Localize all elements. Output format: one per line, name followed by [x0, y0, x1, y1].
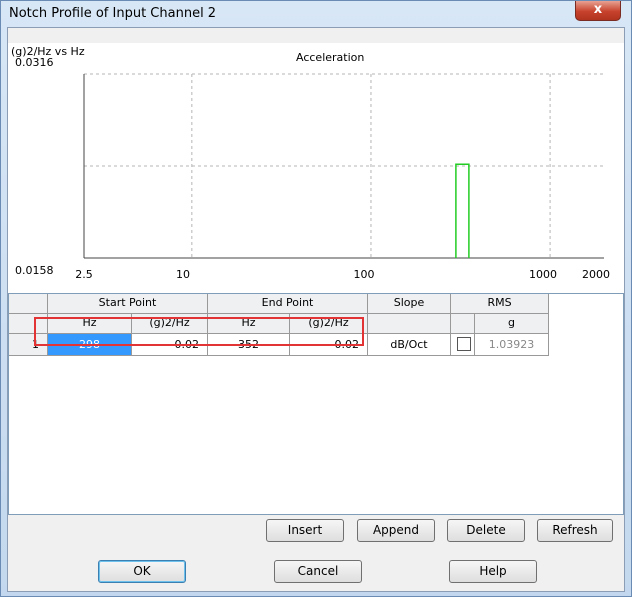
chart-title: Acceleration [296, 51, 365, 64]
row-header-blank [9, 314, 48, 334]
insert-button[interactable]: Insert [266, 519, 344, 542]
slope-cell[interactable]: dB/Oct [368, 334, 451, 356]
header-end-point: End Point [208, 294, 368, 314]
start-hz-cell[interactable]: 298 [48, 334, 132, 356]
y-max-label: 0.0316 [15, 56, 54, 69]
header-start-point: Start Point [48, 294, 208, 314]
header-start-hz: Hz [48, 314, 132, 334]
close-icon: x [593, 2, 603, 17]
y-min-label: 0.0158 [15, 264, 54, 277]
help-button[interactable]: Help [449, 560, 537, 583]
x-tick-label: 10 [176, 268, 190, 281]
cancel-button[interactable]: Cancel [274, 560, 362, 583]
refresh-button[interactable]: Refresh [537, 519, 613, 542]
close-button[interactable]: x [575, 1, 621, 21]
row-index[interactable]: 1 [9, 334, 48, 356]
header-rms: RMS [451, 294, 549, 314]
notch-table[interactable]: Start Point End Point Slope RMS Hz (g)2/… [8, 293, 624, 515]
header-rms-g: g [475, 314, 549, 334]
title-bar[interactable]: Notch Profile of Input Channel 2 x [1, 1, 631, 27]
grid-lines [83, 73, 604, 259]
chart-panel: (g)2/Hz vs Hz 0.0316 0.0158 Acceleration… [8, 43, 624, 319]
x-tick-label: 2000 [582, 268, 610, 281]
start-g2hz-cell[interactable]: 0.02 [132, 334, 208, 356]
ok-button[interactable]: OK [98, 560, 186, 583]
header-end-g2hz: (g)2/Hz [290, 314, 368, 334]
header-start-g2hz: (g)2/Hz [132, 314, 208, 334]
append-button[interactable]: Append [357, 519, 435, 542]
notch-trace [455, 163, 470, 258]
header-rms-check [451, 314, 475, 334]
header-slope: Slope [368, 294, 451, 314]
header-slope-sub [368, 314, 451, 334]
dialog-window: Notch Profile of Input Channel 2 x (g)2/… [0, 0, 632, 597]
delete-button[interactable]: Delete [447, 519, 525, 542]
rms-value-cell: 1.03923 [475, 334, 549, 356]
trace-group [455, 163, 470, 258]
header-end-hz: Hz [208, 314, 290, 334]
dialog-client: (g)2/Hz vs Hz 0.0316 0.0158 Acceleration… [7, 27, 625, 592]
x-tick-label: 2.5 [75, 268, 93, 281]
end-g2hz-cell[interactable]: 0.02 [290, 334, 368, 356]
rms-checkbox[interactable] [457, 337, 471, 351]
x-tick-label: 100 [353, 268, 375, 281]
x-tick-label: 1000 [529, 268, 557, 281]
table-corner [9, 294, 48, 314]
end-hz-cell[interactable]: 352 [208, 334, 290, 356]
window-title: Notch Profile of Input Channel 2 [9, 6, 217, 21]
